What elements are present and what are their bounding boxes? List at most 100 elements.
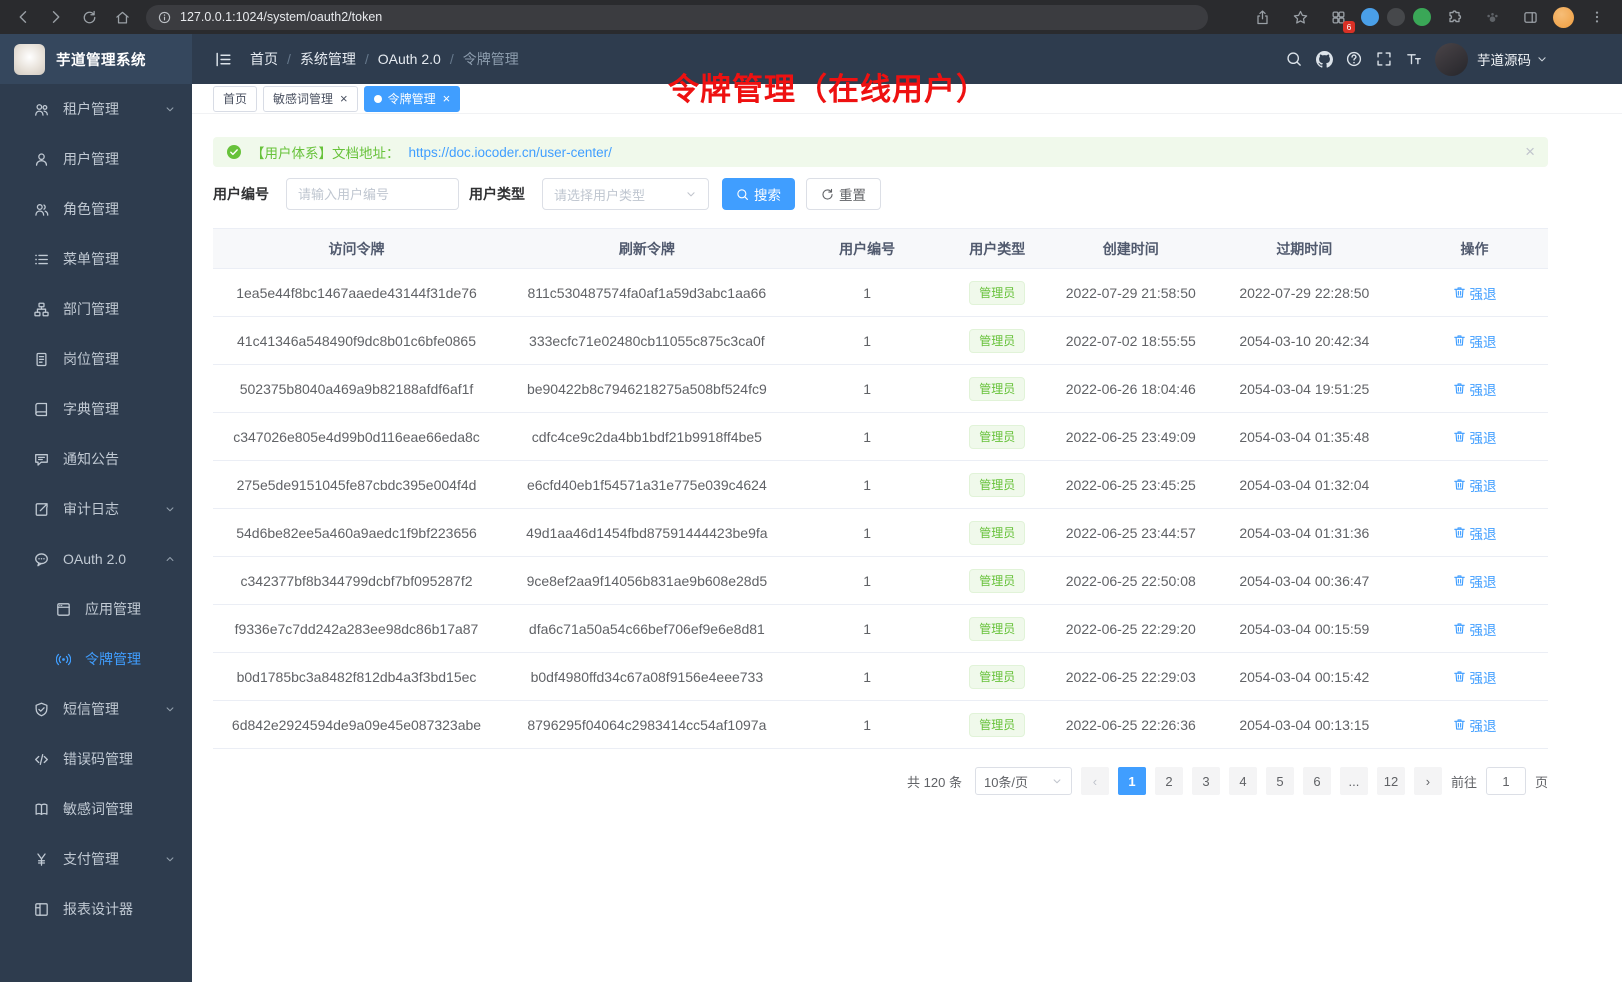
user-id-cell: 1: [794, 317, 941, 365]
fullscreen-icon[interactable]: [1369, 44, 1399, 74]
sidebar-item-label: 用户管理: [63, 149, 176, 169]
column-header: 过期时间: [1208, 229, 1402, 269]
column-header: 操作: [1401, 229, 1548, 269]
sidebar-item-menu[interactable]: 菜单管理: [0, 234, 192, 284]
force-logout-button[interactable]: 强退: [1453, 715, 1497, 735]
tab-close-icon[interactable]: ×: [443, 92, 451, 105]
user-type-label: 用户类型: [469, 184, 525, 204]
force-logout-label: 强退: [1470, 715, 1497, 735]
create-time-cell: 2022-07-02 18:55:55: [1054, 317, 1208, 365]
search-button[interactable]: 搜索: [722, 178, 795, 210]
bookmark-star-icon[interactable]: [1285, 2, 1315, 32]
user-menu-caret-icon[interactable]: [1536, 53, 1548, 65]
table-row: 6d842e2924594de9a09e45e087323abe8796295f…: [213, 701, 1548, 749]
breadcrumb-item-1[interactable]: 系统管理: [300, 49, 356, 69]
user-id-cell: 1: [794, 413, 941, 461]
force-logout-button[interactable]: 强退: [1453, 667, 1497, 687]
sidebar-item-oauth2-token[interactable]: 令牌管理: [0, 634, 192, 684]
extension-grid-icon[interactable]: 6: [1323, 2, 1353, 32]
share-icon[interactable]: [1247, 2, 1277, 32]
reset-button[interactable]: 重置: [806, 178, 881, 210]
sidebar-toggle-button[interactable]: [208, 44, 238, 74]
sidebar-item-dept[interactable]: 部门管理: [0, 284, 192, 334]
force-logout-button[interactable]: 强退: [1453, 523, 1497, 543]
search-icon[interactable]: [1279, 44, 1309, 74]
extension-dark-icon[interactable]: [1387, 8, 1405, 26]
force-logout-button[interactable]: 强退: [1453, 571, 1497, 591]
force-logout-button[interactable]: 强退: [1453, 331, 1497, 351]
pay-icon: [34, 852, 49, 867]
alert-close-icon[interactable]: ×: [1525, 142, 1535, 162]
sidebar-item-audit-log[interactable]: 审计日志: [0, 484, 192, 534]
tab-1[interactable]: 敏感词管理×: [263, 86, 358, 112]
browser-menu-icon[interactable]: [1582, 2, 1612, 32]
page-button-4[interactable]: 4: [1229, 767, 1257, 795]
breadcrumb-item-2[interactable]: OAuth 2.0: [378, 51, 441, 67]
sidebar-item-post[interactable]: 岗位管理: [0, 334, 192, 384]
side-panel-icon[interactable]: [1515, 2, 1545, 32]
tab-0[interactable]: 首页: [213, 86, 257, 112]
sidebar-item-user[interactable]: 用户管理: [0, 134, 192, 184]
sidebar-item-sms[interactable]: 短信管理: [0, 684, 192, 734]
breadcrumb-item-0[interactable]: 首页: [250, 49, 278, 69]
force-logout-label: 强退: [1470, 667, 1497, 687]
sidebar-item-error-code[interactable]: 错误码管理: [0, 734, 192, 784]
access-token-cell: 502375b8040a469a9b82188afdf6af1f: [213, 365, 500, 413]
extensions-puzzle-icon[interactable]: [1439, 2, 1469, 32]
more-pages-button[interactable]: ...: [1340, 767, 1368, 795]
browser-back-icon[interactable]: [8, 2, 38, 32]
user-type-select[interactable]: 请选择用户类型: [542, 178, 709, 210]
expire-time-cell: 2054-03-04 00:15:42: [1208, 653, 1402, 701]
extension-blue-icon[interactable]: [1361, 8, 1379, 26]
extension-green-icon[interactable]: [1413, 8, 1431, 26]
force-logout-button[interactable]: 强退: [1453, 619, 1497, 639]
sidebar-item-sensitive-word[interactable]: 敏感词管理: [0, 784, 192, 834]
page-button-12[interactable]: 12: [1377, 767, 1405, 795]
sidebar-item-tenant[interactable]: 租户管理: [0, 84, 192, 134]
force-logout-button[interactable]: 强退: [1453, 283, 1497, 303]
extension-paw-icon[interactable]: [1477, 2, 1507, 32]
sidebar-item-oauth2-app[interactable]: 应用管理: [0, 584, 192, 634]
browser-forward-icon[interactable]: [41, 2, 71, 32]
github-icon[interactable]: [1309, 44, 1339, 74]
page-button-6[interactable]: 6: [1303, 767, 1331, 795]
page-button-2[interactable]: 2: [1155, 767, 1183, 795]
access-token-cell: 41c41346a548490f9dc8b01c6bfe0865: [213, 317, 500, 365]
site-info-icon[interactable]: [158, 11, 171, 24]
page-button-3[interactable]: 3: [1192, 767, 1220, 795]
user-avatar[interactable]: [1435, 43, 1468, 76]
page-button-5[interactable]: 5: [1266, 767, 1294, 795]
user-id-cell: 1: [794, 461, 941, 509]
force-logout-button[interactable]: 强退: [1453, 379, 1497, 399]
page-button-1[interactable]: 1: [1118, 767, 1146, 795]
user-id-input[interactable]: [286, 178, 459, 210]
force-logout-button[interactable]: 强退: [1453, 475, 1497, 495]
tab-2[interactable]: 令牌管理×: [364, 86, 461, 112]
user-id-cell: 1: [794, 557, 941, 605]
page-size-select[interactable]: 10条/页: [975, 767, 1072, 795]
doc-link[interactable]: https://doc.iocoder.cn/user-center/: [409, 145, 612, 160]
sidebar-item-pay[interactable]: 支付管理: [0, 834, 192, 884]
user-name[interactable]: 芋道源码: [1477, 49, 1531, 69]
sidebar-item-oauth2[interactable]: OAuth 2.0: [0, 534, 192, 584]
next-page-button[interactable]: ›: [1414, 767, 1442, 795]
user-id-cell: 1: [794, 269, 941, 317]
font-size-icon[interactable]: [1399, 44, 1429, 74]
force-logout-label: 强退: [1470, 523, 1497, 543]
sms-icon: [34, 702, 49, 717]
help-icon[interactable]: [1339, 44, 1369, 74]
prev-page-button[interactable]: ‹: [1081, 767, 1109, 795]
refresh-token-cell: cdfc4ce9c2da4bb1bdf21b9918ff4be5: [500, 413, 794, 461]
sidebar-item-dict[interactable]: 字典管理: [0, 384, 192, 434]
tab-close-icon[interactable]: ×: [340, 92, 348, 105]
sidebar-item-role[interactable]: 角色管理: [0, 184, 192, 234]
sidebar-item-notice[interactable]: 通知公告: [0, 434, 192, 484]
force-logout-button[interactable]: 强退: [1453, 427, 1497, 447]
browser-reload-icon[interactable]: [74, 2, 104, 32]
goto-page-input[interactable]: [1486, 767, 1526, 795]
access-token-cell: 1ea5e44f8bc1467aaede43144f31de76: [213, 269, 500, 317]
url-bar[interactable]: 127.0.0.1:1024/system/oauth2/token: [146, 5, 1208, 30]
browser-profile-avatar[interactable]: [1553, 7, 1574, 28]
browser-home-icon[interactable]: [107, 2, 137, 32]
sidebar-item-report-designer[interactable]: 报表设计器: [0, 884, 192, 934]
